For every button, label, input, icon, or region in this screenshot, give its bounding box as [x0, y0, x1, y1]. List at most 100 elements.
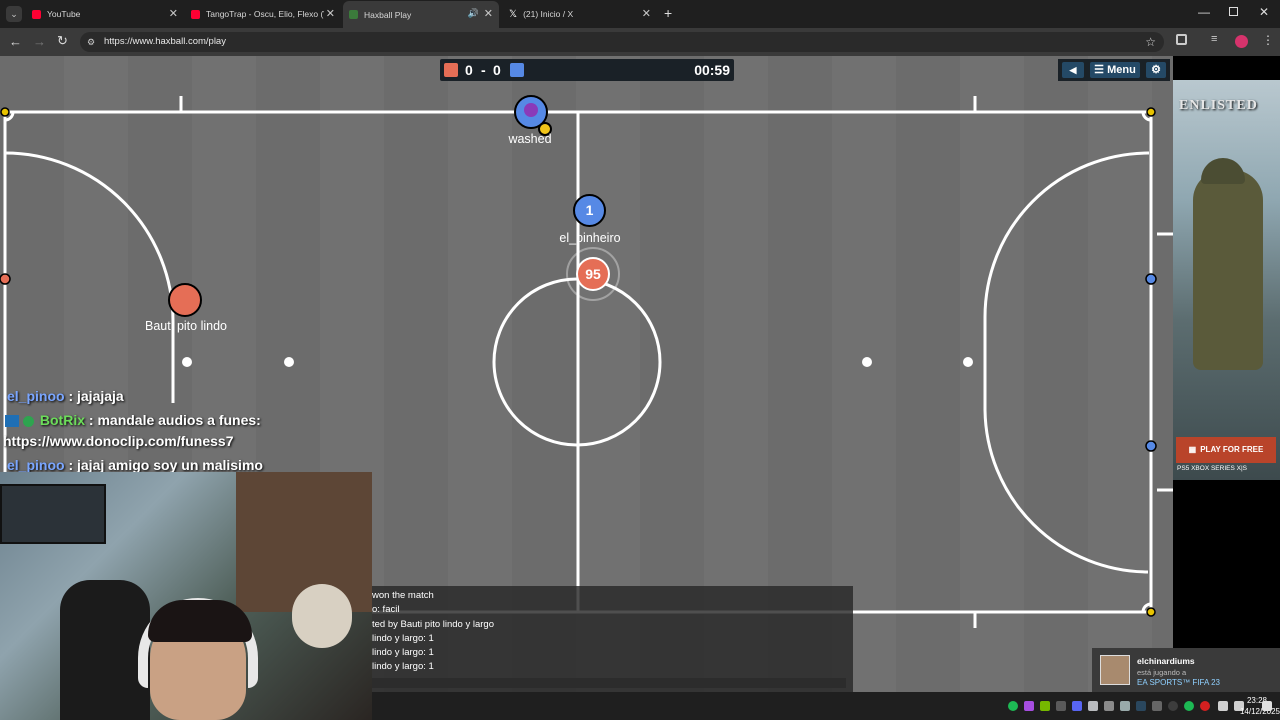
tab-label: (21) Inicio / X — [523, 9, 574, 19]
devil-emoji-icon — [524, 103, 538, 117]
x-logo-icon: 𝕏 — [509, 8, 518, 20]
player-name: washed — [508, 132, 552, 146]
minimize-button[interactable]: — — [1198, 5, 1210, 19]
activity-notification[interactable]: elchinardiums está jugando a EA SPORTS™ … — [1092, 648, 1280, 692]
ad-platforms: PS5 XBOX SERIES X|S — [1177, 465, 1247, 472]
menu-button[interactable]: ☰ Menu — [1090, 62, 1140, 78]
enlisted-ad[interactable]: ENLISTED ▦ PLAY FOR FREE PS5 XBOX SERIES … — [1173, 56, 1280, 700]
camera-icon[interactable] — [1152, 701, 1162, 711]
new-tab-button[interactable]: + — [664, 5, 672, 21]
obs-icon[interactable] — [1168, 701, 1178, 711]
game-menu-bar: ◀ ☰ Menu ⚙ — [1058, 59, 1170, 81]
blue-score: 0 — [493, 62, 501, 78]
monitor-app-icon[interactable] — [1072, 701, 1082, 711]
site-info-icon[interactable]: ⚙ — [87, 32, 95, 52]
player-bauti — [168, 283, 202, 317]
back-icon[interactable]: ← — [9, 34, 22, 49]
address-toolbar: ← → ↻ ⚙ https://www.haxball.com/play ☆ ≡… — [0, 28, 1280, 56]
ad-cta: PLAY FOR FREE — [1200, 445, 1264, 454]
log-line: ted by Bauti pito lindo y largo — [372, 618, 494, 630]
gaming-chair — [60, 580, 150, 720]
chat-username: el_pinoo — [7, 388, 65, 404]
log-line: o: facil — [372, 604, 400, 616]
browser-menu-icon[interactable]: ⋮ — [1262, 33, 1274, 47]
display-icon[interactable] — [1056, 701, 1066, 711]
media-control-icon[interactable]: ≡ — [1211, 33, 1217, 45]
gear-icon: ⚙ — [1151, 64, 1161, 76]
forward-icon[interactable]: → — [33, 34, 46, 49]
audio-playing-icon[interactable]: 🔊 — [468, 8, 479, 19]
notifications-bell-icon[interactable] — [1262, 701, 1272, 711]
steam-icon[interactable] — [1136, 701, 1146, 711]
cloud-icon[interactable] — [1120, 701, 1130, 711]
player-name: Bauti pito lindo — [144, 319, 227, 333]
tab-youtube[interactable]: YouTube ✕ — [32, 4, 178, 24]
streamer-webcam — [0, 472, 372, 720]
stream-chat-line: BotRix : mandale audios a funes: — [5, 412, 261, 428]
mic-icon[interactable] — [1104, 701, 1114, 711]
notification-status: está jugando a — [1137, 668, 1187, 677]
blue-team-icon — [510, 63, 524, 77]
tab-label: YouTube — [47, 9, 81, 19]
close-tab-icon[interactable]: ✕ — [484, 7, 493, 20]
stream-chat-line: https://www.donoclip.com/funess7 — [3, 433, 234, 449]
chat-message: : mandale audios a funes: — [85, 412, 261, 428]
reload-icon[interactable]: ↻ — [57, 33, 68, 49]
bot-badge-icon — [5, 415, 19, 428]
close-tab-icon[interactable]: ✕ — [326, 7, 335, 20]
player-el-pinheiro: 1 — [573, 194, 606, 227]
profile-avatar[interactable] — [1235, 35, 1248, 48]
close-window-button[interactable]: ✕ — [1259, 5, 1269, 19]
close-tab-icon[interactable]: ✕ — [642, 7, 651, 20]
verified-badge-icon — [22, 415, 34, 427]
tab-label: Haxball Play — [364, 9, 412, 20]
nvidia-icon[interactable] — [1040, 701, 1050, 711]
log-line: won the match — [372, 590, 434, 601]
match-timer: 00:59 — [694, 62, 730, 78]
hamburger-icon: ☰ — [1094, 64, 1105, 76]
player-name: el_pinheiro — [559, 231, 621, 245]
tab-label: TangoTrap - Oscu, Elio, Flexo (V — [206, 9, 324, 19]
stream-chat-line: el_pinoo : jajajaja — [7, 388, 124, 404]
chat-message-link: https://www.donoclip.com/funess7 — [3, 433, 234, 449]
log-line: lindo y largo: 1 — [372, 632, 434, 644]
score-separator: - — [481, 62, 486, 78]
game-room-chat-log: won the match o: facil ted by Bauti pito… — [372, 586, 853, 692]
chat-input[interactable] — [372, 678, 846, 688]
streamer-hair — [148, 600, 252, 642]
restore-button[interactable] — [1229, 7, 1238, 16]
notification-user: elchinardiums — [1137, 656, 1195, 666]
chat-message: : jajajaja — [64, 388, 124, 404]
spotify-icon[interactable] — [1008, 701, 1018, 711]
sound-button[interactable]: ◀ — [1062, 62, 1084, 78]
plush-toy — [292, 584, 352, 648]
notification-game: EA SPORTS™ FIFA 23 — [1137, 678, 1220, 687]
discord-icon[interactable] — [1088, 701, 1098, 711]
friend-avatar — [1100, 655, 1130, 685]
ad-artwork: ENLISTED — [1173, 80, 1280, 480]
settings-button[interactable]: ⚙ — [1146, 62, 1166, 78]
url-field[interactable]: ⚙ https://www.haxball.com/play ☆ — [80, 32, 1164, 52]
tab-tangotrap[interactable]: TangoTrap - Oscu, Elio, Flexo (V ✕ — [191, 4, 335, 24]
tab-x[interactable]: 𝕏 (21) Inicio / X ✕ — [509, 4, 651, 24]
chat-username: BotRix — [39, 412, 86, 428]
browser-tab-bar: ⌄ YouTube ✕ TangoTrap - Oscu, Elio, Flex… — [0, 0, 1280, 28]
tab-haxball[interactable]: Haxball Play 🔊 ✕ — [343, 1, 499, 28]
haxball-icon — [349, 10, 358, 19]
menu-label: Menu — [1107, 64, 1136, 76]
soldier-figure — [1193, 170, 1263, 370]
bookmark-star-icon[interactable]: ☆ — [1145, 32, 1156, 52]
log-line: lindo y largo: 1 — [372, 661, 434, 673]
chat-message: : jajaj amigo soy un malisimo — [64, 457, 263, 473]
brush-icon[interactable] — [1024, 701, 1034, 711]
youtube-icon — [32, 9, 41, 19]
tab-search-dropdown[interactable]: ⌄ — [6, 6, 22, 22]
close-tab-icon[interactable]: ✕ — [169, 7, 178, 20]
red-score: 0 — [465, 62, 473, 78]
soldier-helmet — [1201, 158, 1245, 184]
extensions-icon[interactable] — [1176, 34, 1187, 45]
play-for-free-button[interactable]: ▦ PLAY FOR FREE — [1176, 437, 1276, 463]
spotify-tray-icon[interactable] — [1184, 701, 1194, 711]
ad-title: ENLISTED — [1179, 98, 1258, 113]
youtube-icon — [191, 9, 200, 19]
